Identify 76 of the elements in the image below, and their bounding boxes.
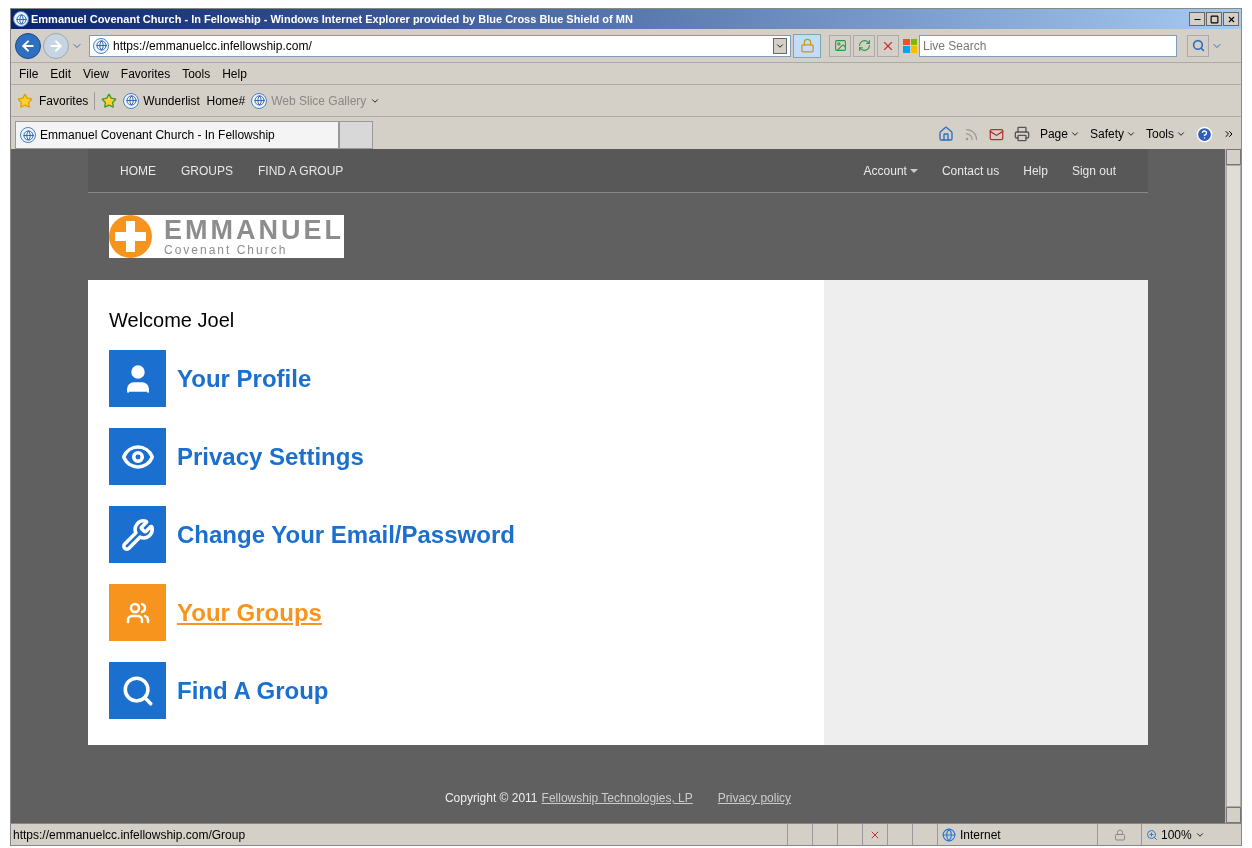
user-icon xyxy=(109,350,166,407)
command-menu[interactable]: Page xyxy=(1039,125,1080,143)
address-dropdown-icon[interactable] xyxy=(773,37,787,54)
command-menu[interactable]: Tools xyxy=(1146,125,1186,143)
profile-link[interactable]: Change Your Email/Password xyxy=(177,516,515,553)
address-text: https://emmanuelcc.infellowship.com/ xyxy=(113,37,312,55)
church-logo[interactable]: EMMANUEL Covenant Church xyxy=(109,215,344,258)
lock-icon[interactable] xyxy=(793,33,821,58)
tab-title: Emmanuel Covenant Church - In Fellowship xyxy=(40,127,275,144)
company-link[interactable]: Fellowship Technologies, LP xyxy=(541,789,693,807)
close-button[interactable] xyxy=(1223,12,1239,26)
search-button[interactable] xyxy=(1187,34,1209,57)
mail-icon[interactable] xyxy=(988,126,1004,142)
window-title: Emmanuel Covenant Church - In Fellowship - Windows Internet Explorer provided by Blue Cross Blue Shield of MN xyxy=(31,11,633,27)
menu-item[interactable]: File xyxy=(19,64,39,83)
welcome-heading: Welcome Joel xyxy=(109,308,236,333)
maximize-icon xyxy=(1209,14,1219,24)
help-icon[interactable] xyxy=(1196,125,1213,143)
printer-icon[interactable] xyxy=(1013,126,1030,142)
logo-title: EMMANUEL xyxy=(164,217,344,244)
arrow-right-icon xyxy=(48,37,64,54)
profile-link[interactable]: Your Profile xyxy=(177,360,312,397)
windows-flag-icon xyxy=(903,38,917,53)
copyright-text: Copyright © 2011 xyxy=(444,790,538,807)
refresh-icon[interactable] xyxy=(853,34,875,57)
search-icon xyxy=(1191,39,1205,52)
profile-link[interactable]: Privacy Settings xyxy=(177,438,364,475)
cross-icon xyxy=(109,215,152,258)
favorites-button[interactable]: Favorites xyxy=(39,91,96,110)
nav-link[interactable]: Sign out xyxy=(1071,161,1116,180)
nav-link[interactable]: GROUPS xyxy=(181,161,233,180)
menu-item[interactable]: Help xyxy=(222,64,247,83)
nav-link[interactable]: Account xyxy=(863,161,918,180)
caret-icon xyxy=(1176,129,1186,139)
home-icon[interactable] xyxy=(937,126,954,142)
favorites-link[interactable]: Wunderlist Home# xyxy=(143,91,246,110)
back-button[interactable] xyxy=(15,32,41,59)
zoom-icon xyxy=(1146,828,1158,841)
caret-icon xyxy=(1069,129,1080,139)
new-tab-button[interactable] xyxy=(339,121,373,149)
minimize-button[interactable] xyxy=(1189,12,1205,26)
search-field[interactable]: Live Search xyxy=(919,34,1177,57)
people-icon xyxy=(109,584,166,641)
nav-link[interactable]: Help xyxy=(1023,161,1048,180)
zoom-button[interactable]: 100% xyxy=(1141,824,1205,845)
scrollbar[interactable] xyxy=(1225,149,1241,823)
profile-link[interactable]: Find A Group xyxy=(177,672,329,709)
maximize-button[interactable] xyxy=(1206,12,1222,26)
menu-item[interactable]: View xyxy=(83,64,109,83)
menu-item[interactable]: Edit xyxy=(50,64,72,83)
wrench-icon xyxy=(109,506,166,563)
nav-link[interactable]: Contact us xyxy=(941,161,1000,180)
logo-subtitle: Covenant Church xyxy=(164,244,289,256)
globe-icon xyxy=(942,827,956,842)
stop-icon[interactable] xyxy=(877,34,899,57)
command-menu[interactable]: Safety xyxy=(1089,125,1136,143)
picture-frame-icon[interactable] xyxy=(829,34,851,57)
feed-icon[interactable] xyxy=(963,126,979,142)
security-zone: Internet xyxy=(960,826,1001,844)
caret-icon xyxy=(1126,129,1136,139)
privacy-link[interactable]: Privacy policy xyxy=(717,789,792,807)
browser-tab[interactable]: Emmanuel Covenant Church - In Fellowship xyxy=(15,121,339,149)
chevrons-icon[interactable] xyxy=(1223,128,1235,140)
menu-item[interactable]: Favorites xyxy=(120,64,171,83)
star-icon[interactable] xyxy=(17,92,33,109)
eye-icon xyxy=(109,428,166,485)
search-icon xyxy=(109,662,166,719)
add-favorite-icon[interactable] xyxy=(101,92,118,109)
status-url: https://emmanuelcc.infellowship.com/Group xyxy=(12,826,247,844)
address-field[interactable]: https://emmanuelcc.infellowship.com/ xyxy=(89,34,791,57)
caret-icon xyxy=(909,168,918,173)
lock-icon xyxy=(1113,828,1126,841)
close-icon xyxy=(1226,14,1236,24)
menu-item[interactable]: Tools xyxy=(182,64,211,83)
nav-link[interactable]: FIND A GROUP xyxy=(258,161,344,180)
nav-link[interactable]: HOME xyxy=(120,161,156,180)
